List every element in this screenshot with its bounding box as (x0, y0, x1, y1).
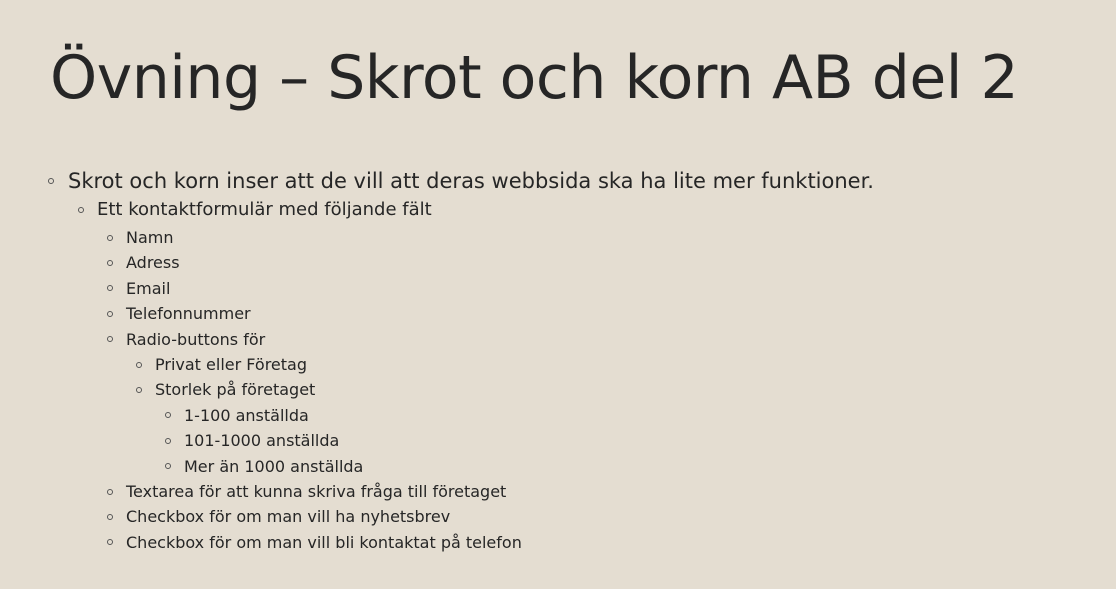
list-item: 1-100 anställda (0, 403, 874, 428)
list-item: Checkbox för om man vill bli kontaktat p… (0, 530, 874, 555)
list-item: 101-1000 anställda (0, 428, 874, 453)
list-item-text: 101-1000 anställda (184, 431, 340, 451)
list-item-text: Telefonnummer (126, 304, 251, 324)
bullet-icon (107, 336, 113, 343)
list-item-text: Skrot och korn inser att de vill att der… (68, 169, 874, 193)
bullet-icon (107, 260, 113, 267)
list-item: Privat eller Företag (0, 352, 874, 377)
list-item-text: Email (126, 278, 171, 298)
bullet-icon (165, 412, 171, 419)
list-item-text: Privat eller Företag (155, 354, 307, 374)
list-item-text: Radio-buttons för (126, 329, 266, 349)
list-item: Adress (0, 250, 874, 275)
list-item: Telefonnummer (0, 301, 874, 326)
bullet-icon (107, 310, 113, 317)
bullet-icon (136, 361, 142, 368)
list-item-text: Mer än 1000 anställda (184, 456, 364, 476)
list-item: Checkbox för om man vill ha nyhetsbrev (0, 504, 874, 529)
list-item: Storlek på företaget (0, 377, 874, 402)
list-item-text: Checkbox för om man vill bli kontaktat p… (126, 532, 522, 552)
list-item: Ett kontaktformulär med följande fält (0, 195, 874, 225)
bullet-icon (107, 513, 113, 520)
list-item: Namn (0, 225, 874, 250)
bullet-icon (107, 285, 113, 292)
list-item-text: Adress (126, 253, 180, 273)
bullet-icon (136, 387, 142, 394)
list-item: Email (0, 276, 874, 301)
bullet-icon (78, 207, 84, 213)
slide: Övning – Skrot och korn AB del 2 Skrot o… (0, 0, 1116, 589)
list-item: Mer än 1000 anställda (0, 454, 874, 479)
list-item: Radio-buttons för (0, 327, 874, 352)
list-item-text: Namn (126, 228, 174, 247)
bullet-icon (165, 463, 171, 470)
list-item-text: Storlek på företaget (155, 380, 316, 400)
bullet-icon (107, 488, 113, 495)
list-item-text: 1-100 anställda (184, 405, 309, 425)
list-item: Textarea för att kunna skriva fråga till… (0, 479, 874, 504)
bullet-list: Skrot och korn inser att de vill att der… (0, 167, 874, 555)
list-item-text: Textarea för att kunna skriva fråga till… (126, 481, 507, 501)
bullet-icon (107, 539, 113, 546)
slide-title: Övning – Skrot och korn AB del 2 (50, 43, 1019, 113)
bullet-icon (107, 234, 113, 241)
bullet-icon (48, 178, 54, 184)
list-item: Skrot och korn inser att de vill att der… (0, 167, 874, 195)
bullet-icon (165, 437, 171, 444)
list-item-text: Ett kontaktformulär med följande fält (97, 199, 432, 220)
list-item-text: Checkbox för om man vill ha nyhetsbrev (126, 507, 451, 527)
